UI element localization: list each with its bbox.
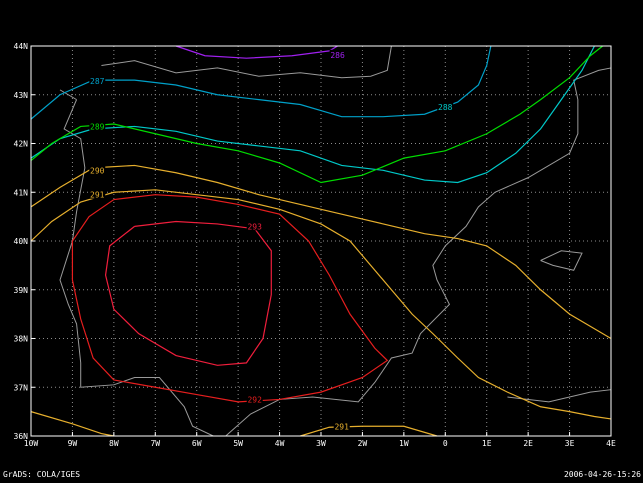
y-tick-label: 44N xyxy=(14,42,29,51)
contour-line-288 xyxy=(30,45,595,184)
y-tick-label: 40N xyxy=(14,237,29,246)
y-tick-label: 37N xyxy=(14,383,29,392)
contour-plot: 286287288289290291291292293 10W 9W 8W 7W 6W 5… xyxy=(14,42,616,448)
contour-line-289 xyxy=(30,45,604,184)
x-tick-label: 3E xyxy=(565,439,575,448)
x-tick-label: 6W xyxy=(192,439,202,448)
x-tick-label: 0 xyxy=(443,439,448,448)
coastline xyxy=(59,99,214,437)
x-tick-label: 4W xyxy=(275,439,285,448)
y-tick-label: 39N xyxy=(14,286,29,295)
contour-line-286 xyxy=(175,45,338,59)
x-tick-label: 8W xyxy=(109,439,119,448)
contour-line-291 xyxy=(30,189,612,420)
x-tick-label: 2W xyxy=(358,439,368,448)
grid-lines xyxy=(31,46,611,436)
y-tick-label: 36N xyxy=(14,432,29,441)
contour-label: 293 xyxy=(247,222,262,231)
coastline xyxy=(507,389,612,403)
footer-timestamp: 2006-04-26-15:26 xyxy=(563,470,641,479)
contour-label: 292 xyxy=(247,395,262,404)
contour-label: 289 xyxy=(90,122,105,131)
contour-label: 288 xyxy=(438,103,453,112)
x-tick-label: 1E xyxy=(482,439,492,448)
contour-label: 287 xyxy=(90,77,105,86)
x-tick-label: 7W xyxy=(150,439,160,448)
x-tick-label: 5W xyxy=(233,439,243,448)
coastline xyxy=(540,250,583,271)
y-tick-label: 41N xyxy=(14,188,29,197)
x-tick-label: 2E xyxy=(523,439,533,448)
y-tick-label: 38N xyxy=(14,335,29,344)
x-tick-label: 4E xyxy=(606,439,616,448)
y-tick-label: 42N xyxy=(14,140,29,149)
coastline xyxy=(225,67,612,437)
footer-left-label: GrADS: COLA/IGES xyxy=(3,470,81,479)
contour-line-293 xyxy=(104,220,272,366)
y-axis-ticks: 36N 37N 38N 39N 40N 41N 42N 43N 44N xyxy=(14,42,35,441)
x-tick-label: 9W xyxy=(68,439,78,448)
y-tick-label: 43N xyxy=(14,91,29,100)
coastline xyxy=(101,45,392,79)
x-tick-label: 1W xyxy=(399,439,409,448)
contour-label: 291 xyxy=(90,191,105,200)
x-tick-label: 3W xyxy=(316,439,326,448)
contour-label: 290 xyxy=(90,166,105,175)
contour-label: 291 xyxy=(334,422,349,431)
contour-label: 286 xyxy=(330,51,345,60)
x-axis-ticks: 10W 9W 8W 7W 6W 5W 4W 3W 2W 1W 0 1E 2E 3E 4E xyxy=(24,432,616,448)
